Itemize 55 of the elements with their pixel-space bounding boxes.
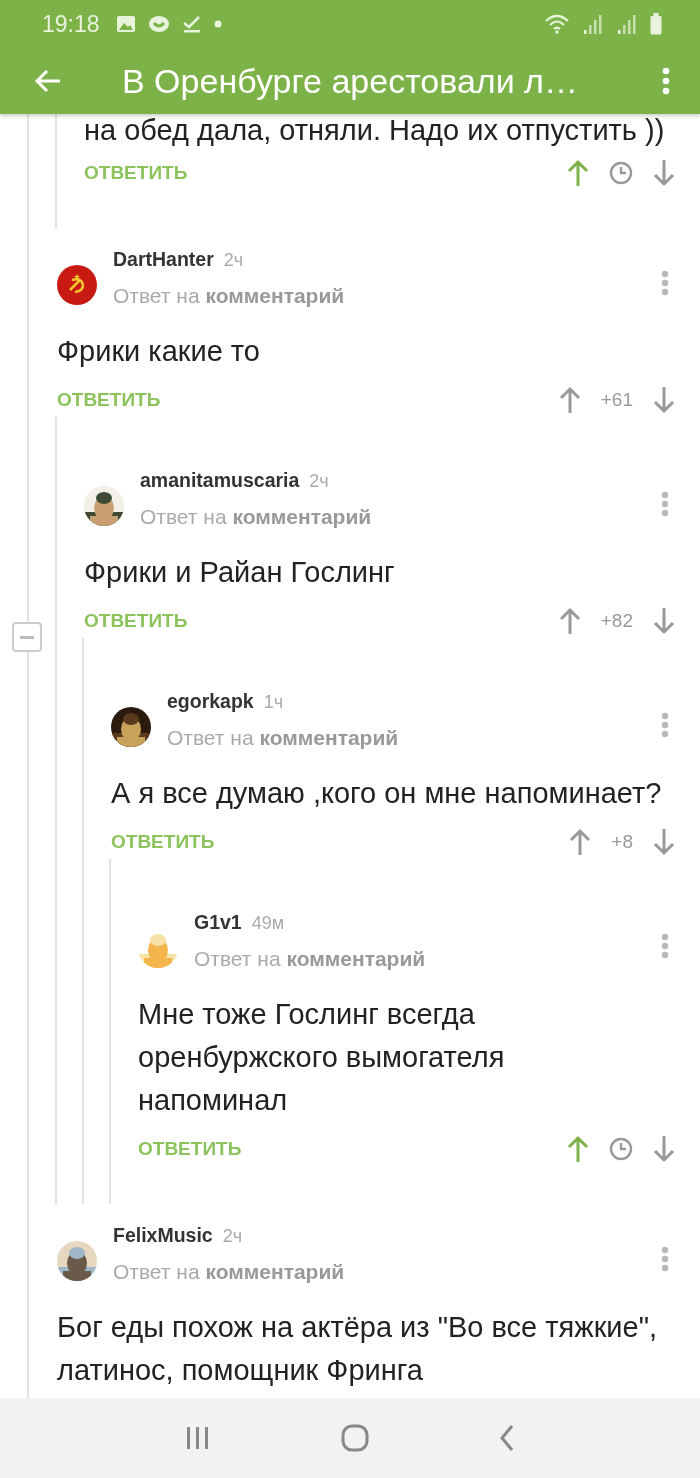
reply-context: Ответ на комментарий: [194, 947, 426, 971]
more-menu-icon[interactable]: [661, 491, 669, 517]
rating-score: +8: [611, 831, 633, 853]
back-icon[interactable]: [499, 1424, 515, 1452]
reply-context: Ответ на комментарий: [113, 284, 345, 308]
more-menu-icon[interactable]: [662, 67, 670, 95]
author-name[interactable]: G1v1: [194, 911, 242, 934]
recent-apps-icon[interactable]: [185, 1426, 211, 1450]
wifi-icon: [544, 13, 570, 35]
more-menu-icon[interactable]: [661, 270, 669, 296]
clock-time: 19:18: [42, 10, 100, 38]
reply-context: Ответ на комментарий: [140, 505, 372, 529]
signal-icon: [582, 13, 604, 35]
home-icon[interactable]: [341, 1424, 369, 1452]
upvote-arrow-icon[interactable]: [569, 828, 592, 856]
battery-icon: [650, 13, 662, 35]
check-icon: [181, 15, 202, 33]
comment-text: Бог еды похож на актёра из "Во все тяжкие", латинос, помощник Фринга: [57, 1310, 657, 1388]
app-bar-title: В Оренбурге арестовали л…: [122, 61, 579, 101]
comment-text: А я все думаю ,кого он мне напоминает?: [111, 776, 662, 811]
back-arrow-icon[interactable]: [34, 69, 62, 93]
rating-score: +61: [600, 389, 633, 411]
comment-text: Фрики и Райан Гослинг: [84, 555, 395, 590]
author-name[interactable]: FelixMusic: [113, 1224, 213, 1247]
comment-text: на обед дала, отняли. Надо их отпустить )): [84, 114, 665, 146]
comment-time: 2ч: [222, 1226, 243, 1247]
reply-context: Ответ на комментарий: [167, 726, 399, 750]
avatar-emblem[interactable]: [57, 265, 97, 305]
upvote-arrow-icon[interactable]: [558, 607, 581, 635]
collapse-toggle[interactable]: [12, 622, 42, 652]
comment-time: 2ч: [223, 250, 244, 271]
upvote-arrow-icon[interactable]: [567, 159, 589, 187]
downvote-arrow-icon[interactable]: [653, 1135, 675, 1163]
dot-icon: [213, 20, 222, 28]
author-name[interactable]: amanitamuscaria: [140, 469, 300, 492]
comment-time: 2ч: [309, 471, 329, 492]
image-icon: [115, 15, 136, 33]
more-menu-icon[interactable]: [661, 712, 669, 738]
comment-time: 49м: [251, 913, 285, 934]
comment-text: Мне тоже Гослинг всегда оренбуржского вымогателя напоминал: [138, 997, 505, 1118]
downvote-arrow-icon[interactable]: [653, 386, 675, 414]
more-menu-icon[interactable]: [661, 933, 669, 959]
author-name[interactable]: DartHanter: [113, 248, 214, 271]
upvote-arrow-icon[interactable]: [567, 1135, 589, 1163]
upvote-arrow-icon[interactable]: [558, 386, 581, 414]
downvote-arrow-icon[interactable]: [653, 607, 675, 635]
signal-icon: [616, 13, 638, 35]
author-name[interactable]: egorkapk: [167, 690, 254, 713]
reply-context: Ответ на комментарий: [113, 1260, 345, 1284]
more-menu-icon[interactable]: [661, 1246, 669, 1272]
downvote-arrow-icon[interactable]: [653, 828, 675, 856]
comment-text: Фрики какие то: [57, 334, 260, 369]
comment-time: 1ч: [263, 692, 284, 713]
rating-score: +82: [600, 610, 633, 632]
downvote-arrow-icon[interactable]: [653, 159, 675, 187]
